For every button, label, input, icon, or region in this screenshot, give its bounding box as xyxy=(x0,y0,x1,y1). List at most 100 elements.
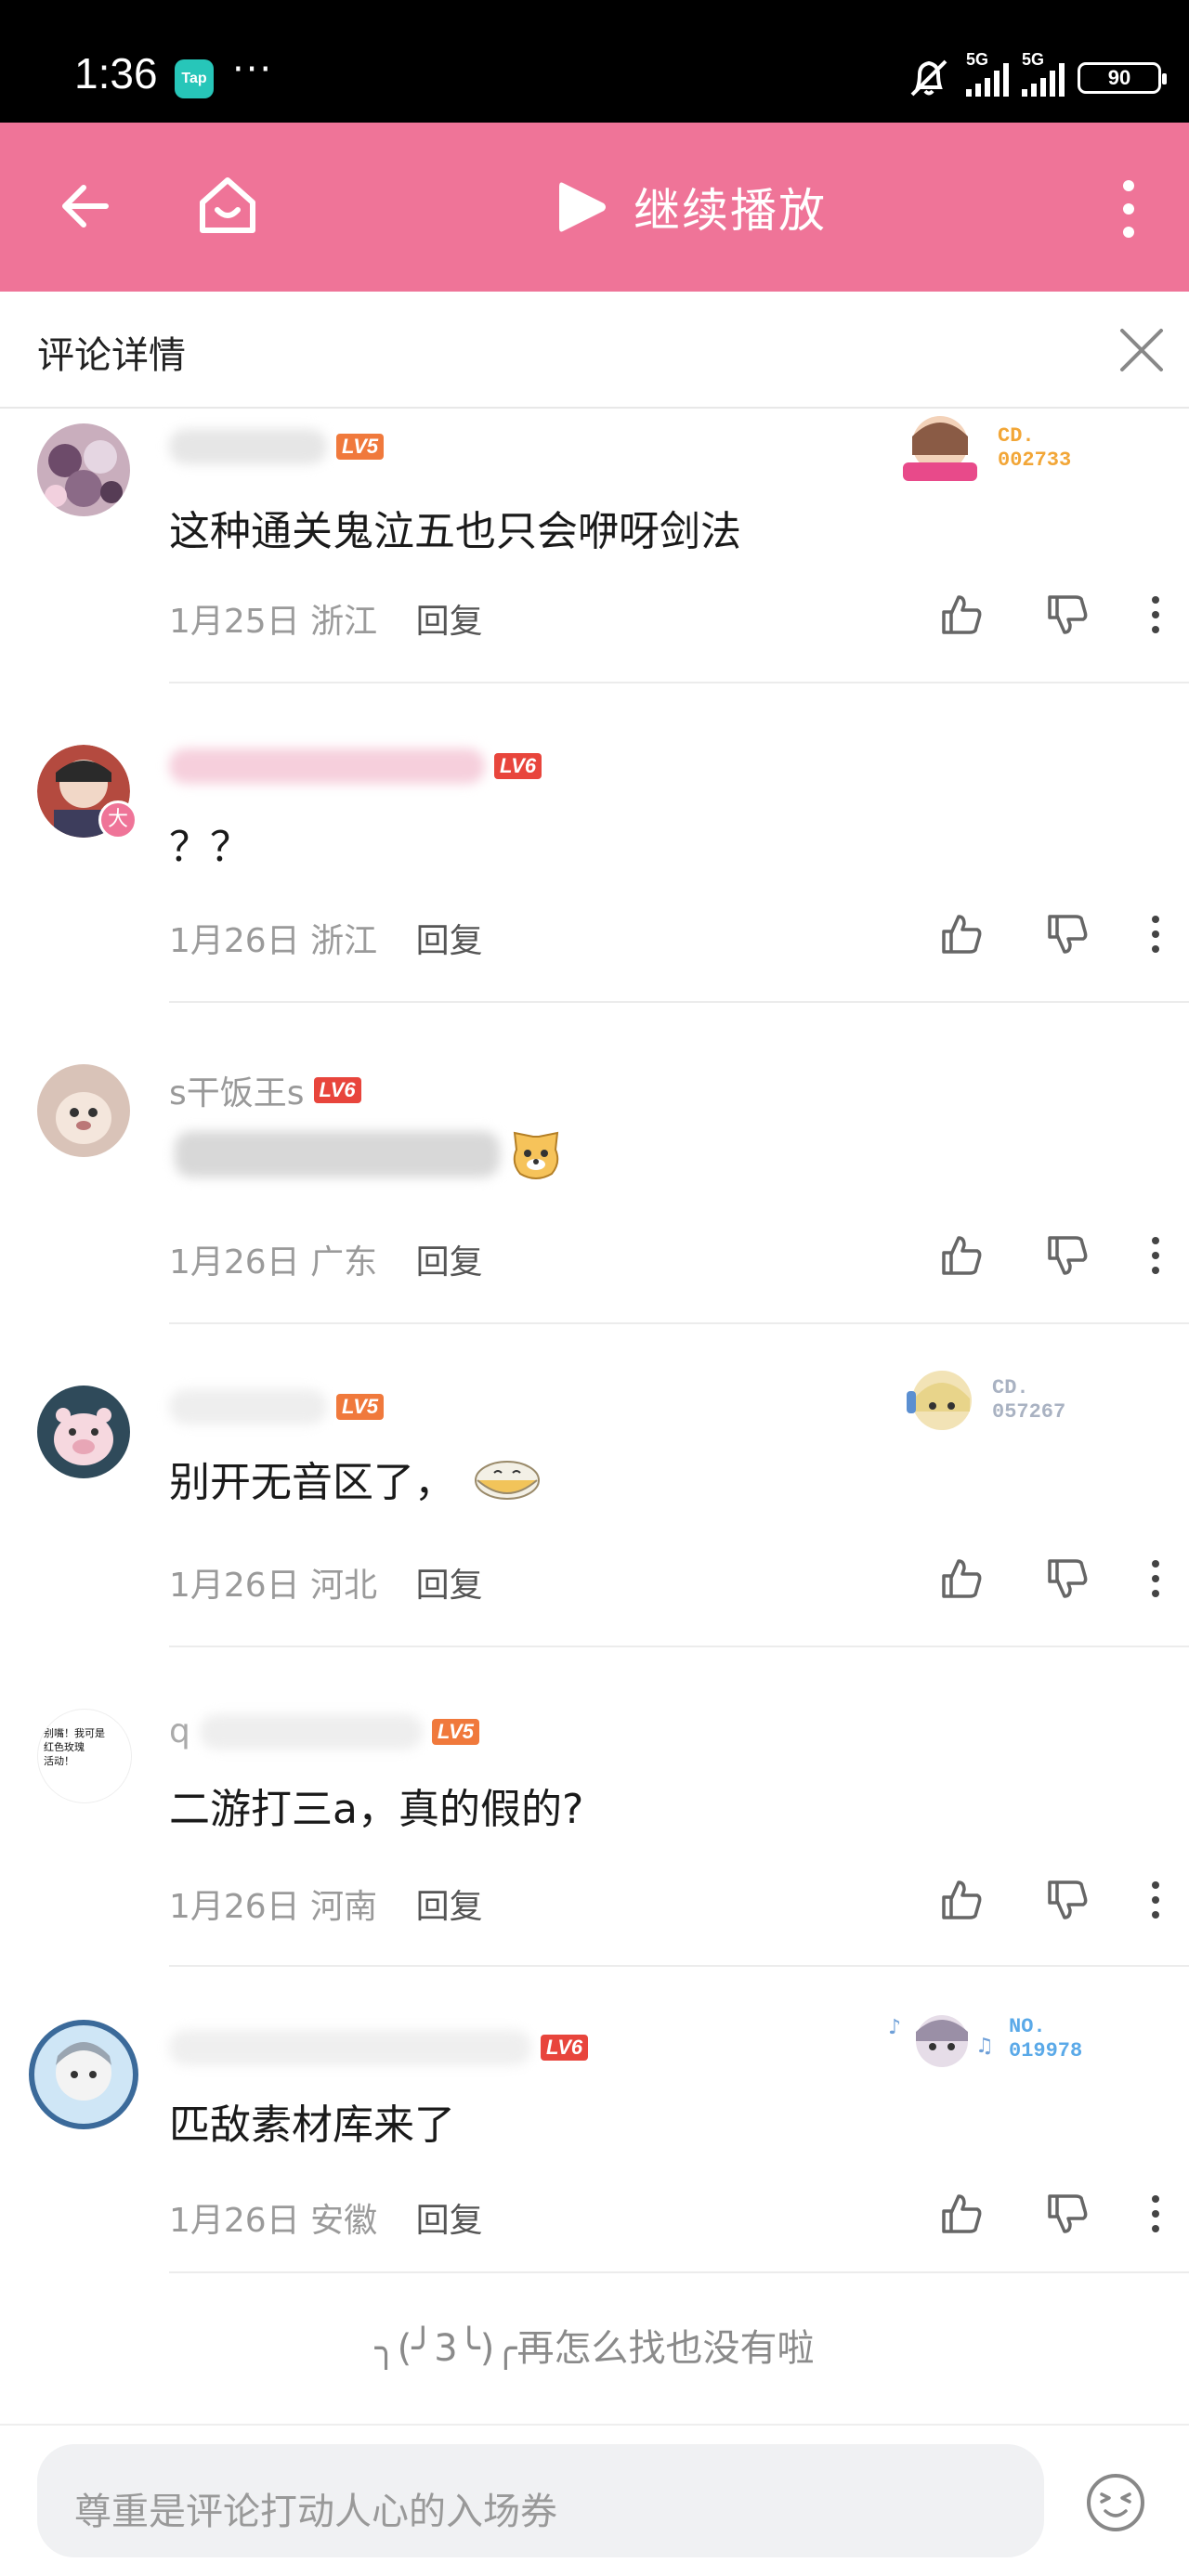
level-badge: LV6 xyxy=(541,2035,589,2061)
doge-emoji-icon xyxy=(513,1131,559,1179)
fan-badge-avatar-icon xyxy=(903,416,977,481)
comment-date: 1月26日 xyxy=(169,1888,300,1926)
comment-location: 广东 xyxy=(310,1243,378,1281)
avatar[interactable] xyxy=(37,1386,130,1478)
end-of-list-message: ╮(╯3╰)╭再怎么找也没有啦 xyxy=(374,2327,815,2370)
mute-bell-icon xyxy=(910,59,947,97)
avatar[interactable]: 大 xyxy=(37,745,137,839)
avatar[interactable] xyxy=(28,2019,139,2130)
level-badge: LV5 xyxy=(336,1394,385,1420)
fan-badge[interactable]: ♪ ♫ NO. 019978 xyxy=(884,2000,1082,2078)
reply-button[interactable]: 回复 xyxy=(416,922,483,960)
comment-meta: 1月26日 河南 回复 xyxy=(169,1880,483,1928)
avatar[interactable] xyxy=(37,1064,130,1157)
comment-meta: 1月25日 浙江 回复 xyxy=(169,594,483,643)
more-options-icon[interactable] xyxy=(1150,914,1161,955)
comment-location: 浙江 xyxy=(310,922,378,960)
username[interactable]: LV5 xyxy=(169,1389,385,1425)
continue-play-button[interactable]: 继续播放 xyxy=(554,175,827,240)
fan-badge-avatar-icon: ♪♫ xyxy=(888,2015,994,2067)
divider xyxy=(169,2271,1189,2273)
avatar[interactable]: 别嘴！我可是 红色玫瑰 活动！ xyxy=(37,1709,132,1803)
comment-item: s干饭王s LV6 1月26日 广东 回复 xyxy=(0,1003,1189,1324)
thumbs-up-icon[interactable] xyxy=(938,592,985,638)
username[interactable]: q LV5 xyxy=(169,1712,479,1750)
comment-detail-header: 评论详情 xyxy=(0,292,1189,409)
back-arrow-icon[interactable] xyxy=(56,178,111,234)
comment-meta: 1月26日 河北 回复 xyxy=(169,1558,483,1607)
reply-button[interactable]: 回复 xyxy=(416,1567,483,1605)
comment-meta: 1月26日 安徽 回复 xyxy=(169,2193,483,2242)
thumbs-up-icon[interactable] xyxy=(938,1232,985,1279)
thumbs-up-icon[interactable] xyxy=(938,1555,985,1602)
comment-item: LV5 CD. 057267 别开无音区了， 1月26日 河北 回复 xyxy=(0,1324,1189,1647)
comment-item: 别嘴！我可是 红色玫瑰 活动！ q LV5 二游打三a，真的假的? 1月26日 … xyxy=(0,1647,1189,1967)
more-options-icon[interactable] xyxy=(1150,1235,1161,1276)
thumbs-down-icon[interactable] xyxy=(1044,1877,1091,1923)
comment-text: 别开无音区了， xyxy=(169,1449,542,1508)
app-bar: 继续播放 xyxy=(0,123,1189,292)
comment-location: 河北 xyxy=(310,1567,378,1605)
avatar-tag: 大 xyxy=(98,800,137,839)
battery-indicator: 90 xyxy=(1078,62,1167,94)
comment-item: 大 LV6 ？？ 1月26日 浙江 回复 xyxy=(0,683,1189,1003)
bun-emoji-icon xyxy=(475,1461,540,1500)
username[interactable]: LV5 xyxy=(169,429,385,464)
continue-play-label: 继续播放 xyxy=(634,184,827,238)
comment-text: 匹敌素材库来了 xyxy=(169,2101,455,2149)
more-options-icon[interactable] xyxy=(1150,2193,1161,2234)
avatar[interactable] xyxy=(37,423,130,516)
comment-input-bar: 尊重是评论打动人心的入场券 xyxy=(0,2424,1189,2576)
comment-meta: 1月26日 浙江 回复 xyxy=(169,914,483,962)
svg-text:♪: ♪ xyxy=(888,2016,901,2039)
play-icon xyxy=(559,182,606,232)
fan-badge-avatar-icon xyxy=(907,1371,972,1430)
more-vertical-icon[interactable] xyxy=(1115,178,1143,240)
comment-location: 河南 xyxy=(310,1888,378,1926)
comment-item: LV6 ♪ ♫ NO. 019978 匹敌素材库来了 1月26日 安徽 回复 xyxy=(0,1967,1189,2273)
tap-app-icon: Tap xyxy=(175,59,214,98)
username[interactable]: s干饭王s LV6 xyxy=(169,1066,361,1114)
more-options-icon[interactable] xyxy=(1150,1880,1161,1920)
comment-date: 1月26日 xyxy=(169,2202,300,2240)
close-icon[interactable] xyxy=(1118,327,1165,373)
comment-date: 1月26日 xyxy=(169,922,300,960)
more-options-icon[interactable] xyxy=(1150,594,1161,635)
username[interactable]: LV6 xyxy=(169,2030,589,2065)
panel-title: 评论详情 xyxy=(37,334,186,377)
home-icon[interactable] xyxy=(195,173,260,238)
thumbs-up-icon[interactable] xyxy=(938,2191,985,2237)
thumbs-up-icon[interactable] xyxy=(938,911,985,957)
comment-date: 1月26日 xyxy=(169,1567,300,1605)
level-badge: LV6 xyxy=(313,1077,361,1103)
level-badge: LV5 xyxy=(336,434,385,460)
fan-badge[interactable]: CD. 002733 xyxy=(894,409,1071,488)
comment-input[interactable]: 尊重是评论打动人心的入场券 xyxy=(37,2444,1044,2557)
reply-button[interactable]: 回复 xyxy=(416,1243,483,1281)
level-badge: LV6 xyxy=(494,753,542,779)
fan-badge[interactable]: CD. 057267 xyxy=(903,1361,1065,1439)
comment-text: 这种通关鬼泣五也只会咿呀剑法 xyxy=(169,508,741,555)
thumbs-down-icon[interactable] xyxy=(1044,2191,1091,2237)
username[interactable]: LV6 xyxy=(169,748,542,784)
signal-1-icon: 5G xyxy=(966,50,1009,97)
thumbs-down-icon[interactable] xyxy=(1044,1555,1091,1602)
reply-button[interactable]: 回复 xyxy=(416,1888,483,1926)
status-bar: 1:36 Tap ··· 5G 5G 90 xyxy=(0,0,1189,123)
emoji-icon[interactable] xyxy=(1085,2472,1146,2533)
comment-location: 安徽 xyxy=(310,2202,378,2240)
comment-text xyxy=(169,1124,567,1185)
reply-button[interactable]: 回复 xyxy=(416,2202,483,2240)
signal-2-icon: 5G xyxy=(1022,50,1065,97)
thumbs-up-icon[interactable] xyxy=(938,1877,985,1923)
more-options-icon[interactable] xyxy=(1150,1558,1161,1599)
comment-item: LV5 CD. 002733 这种通关鬼泣五也只会咿呀剑法 1月25日 浙江 回… xyxy=(0,409,1189,683)
thumbs-down-icon[interactable] xyxy=(1044,592,1091,638)
comment-date: 1月25日 xyxy=(169,603,300,641)
reply-button[interactable]: 回复 xyxy=(416,603,483,641)
comment-text: 二游打三a，真的假的? xyxy=(169,1786,584,1833)
status-time: 1:36 xyxy=(74,49,158,98)
thumbs-down-icon[interactable] xyxy=(1044,911,1091,957)
thumbs-down-icon[interactable] xyxy=(1044,1232,1091,1279)
comment-location: 浙江 xyxy=(310,603,378,641)
